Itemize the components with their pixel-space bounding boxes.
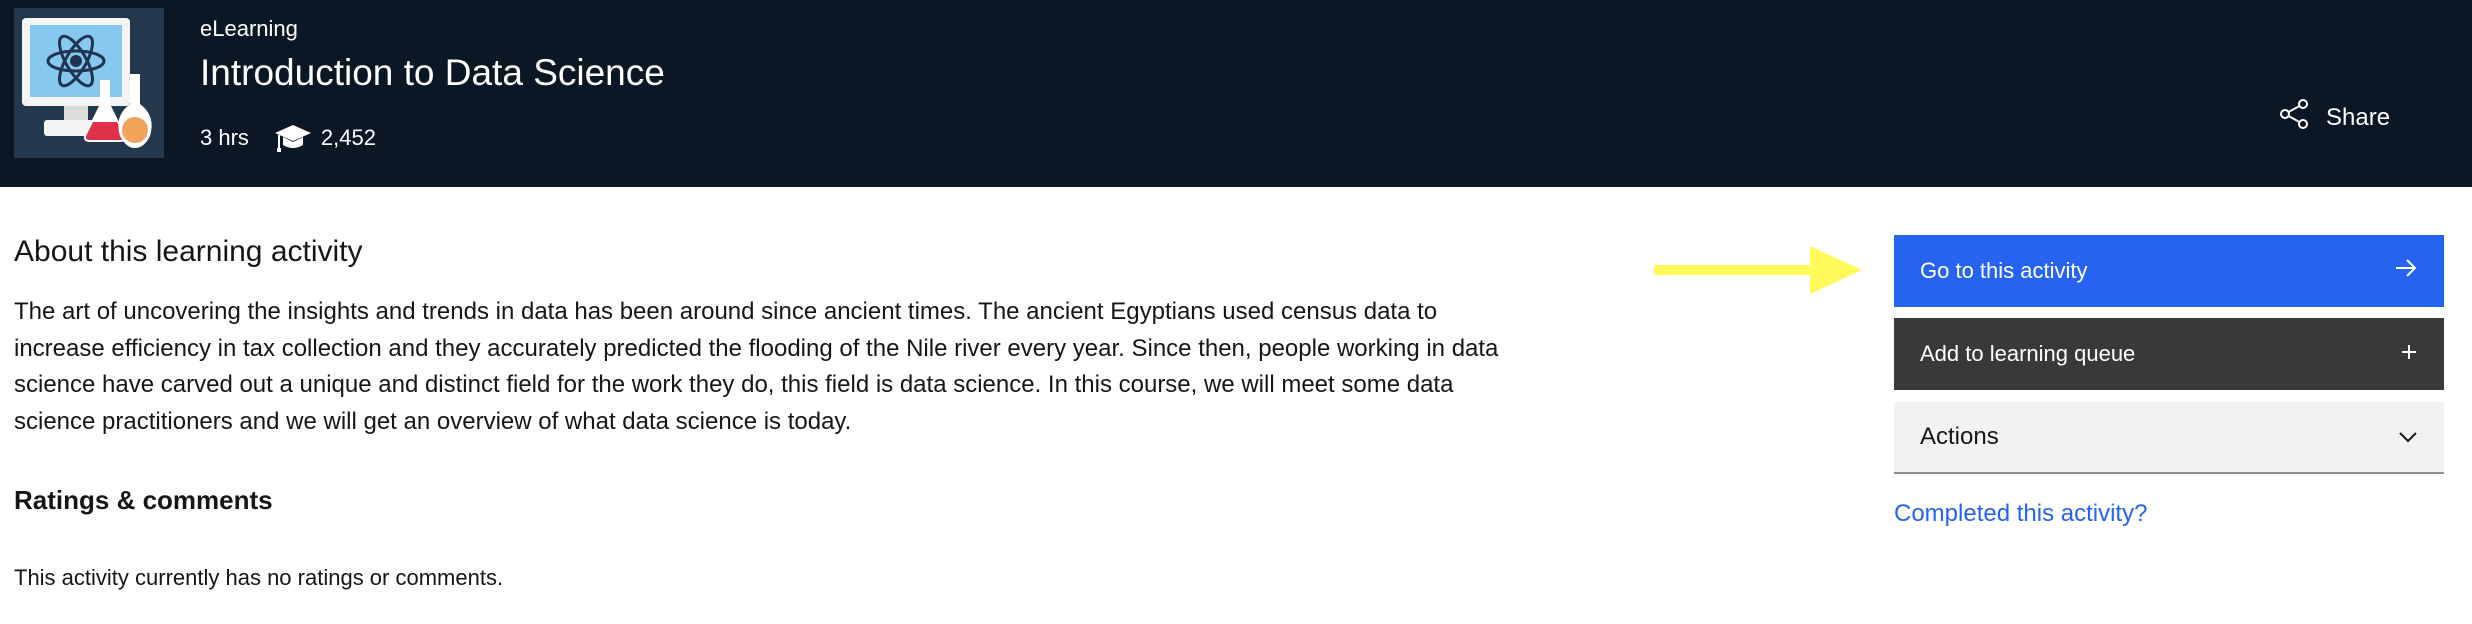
arrow-right-icon	[2394, 258, 2418, 284]
about-description: The art of uncovering the insights and t…	[14, 298, 1499, 435]
go-to-activity-button[interactable]: Go to this activity	[1894, 235, 2444, 307]
annotation-arrow	[1654, 246, 1862, 294]
ratings-heading: Ratings & comments	[14, 485, 273, 515]
duration-text: 3 hrs	[200, 125, 249, 150]
course-meta: 3 hrs 2,452	[200, 122, 376, 154]
go-to-activity-label: Go to this activity	[1920, 258, 2088, 283]
completed-activity-link[interactable]: Completed this activity?	[1894, 500, 2147, 528]
add-to-queue-label: Add to learning queue	[1920, 341, 2136, 366]
enrollment-count: 2,452	[320, 125, 376, 150]
share-label: Share	[2326, 103, 2391, 131]
course-type-label: eLearning	[200, 16, 298, 41]
course-thumbnail	[14, 8, 164, 158]
about-heading: About this learning activity	[14, 235, 363, 268]
course-hero: eLearning Introduction to Data Science 3…	[0, 0, 2472, 187]
course-title: Introduction to Data Science	[200, 52, 665, 93]
share-button[interactable]: Share	[2278, 98, 2390, 137]
add-to-queue-button[interactable]: Add to learning queue	[1894, 318, 2444, 390]
plus-icon	[2400, 341, 2418, 367]
actions-dropdown[interactable]: Actions	[1894, 402, 2444, 474]
share-icon	[2278, 98, 2326, 137]
actions-label: Actions	[1920, 423, 1999, 450]
graduation-cap-icon	[273, 122, 313, 154]
ratings-empty-text: This activity currently has no ratings o…	[14, 565, 504, 590]
chevron-down-icon	[2398, 423, 2418, 451]
